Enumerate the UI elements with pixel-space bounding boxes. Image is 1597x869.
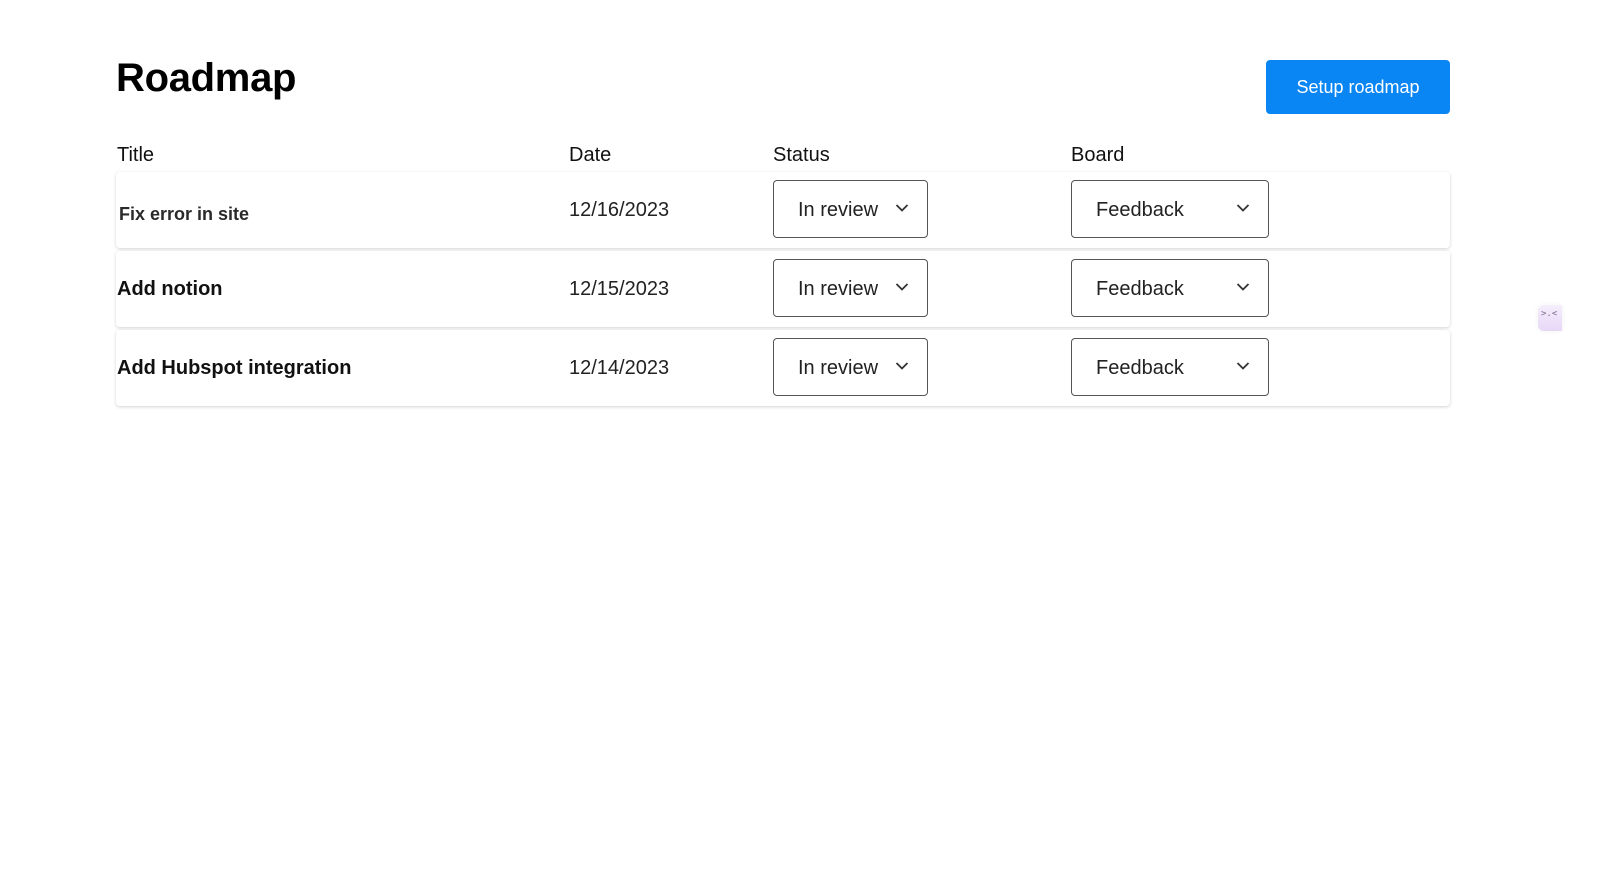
board-select[interactable]: Feedback [1071,338,1269,396]
table-row[interactable]: Add notion 12/15/2023 In review Feedback [116,251,1450,327]
chevron-down-icon [895,362,909,370]
status-select-value: In review [798,357,879,379]
row-title[interactable]: Add notion [117,251,223,327]
row-date: 12/16/2023 [569,199,670,221]
board-select-value: Feedback [1096,278,1184,300]
column-header-date: Date [569,144,612,166]
chevron-down-icon [895,283,909,291]
chevron-down-icon [1236,204,1250,212]
row-date: 12/15/2023 [569,278,670,300]
row-title[interactable]: Add Hubspot integration [117,330,351,406]
board-select-value: Feedback [1096,199,1184,221]
chevron-down-icon [1236,362,1250,370]
setup-roadmap-button[interactable]: Setup roadmap [1266,60,1450,114]
status-select-value: In review [798,199,879,221]
board-select-value: Feedback [1096,357,1184,379]
board-select[interactable]: Feedback [1071,180,1269,238]
status-select[interactable]: In review [773,180,928,238]
chevron-down-icon [1236,283,1250,291]
status-select[interactable]: In review [773,259,928,317]
row-title[interactable]: Fix error in site [119,172,249,248]
status-select[interactable]: In review [773,338,928,396]
roadmap-page: Roadmap Setup roadmap Title Date Status … [0,0,1597,869]
chevron-down-icon [895,204,909,212]
page-title: Roadmap [116,56,297,100]
status-select-value: In review [798,278,879,300]
column-header-status: Status [773,144,830,166]
chat-face-icon: >.< [1541,309,1558,319]
table-header: Title Date Status Board [0,142,1597,168]
table-row[interactable]: Add Hubspot integration 12/14/2023 In re… [116,330,1450,406]
feedback-widget-button[interactable]: >.< [1538,305,1562,331]
column-header-board: Board [1071,144,1125,166]
column-header-title: Title [117,144,155,166]
table-row[interactable]: Fix error in site 12/16/2023 In review F… [116,172,1450,248]
row-date: 12/14/2023 [569,357,670,379]
board-select[interactable]: Feedback [1071,259,1269,317]
